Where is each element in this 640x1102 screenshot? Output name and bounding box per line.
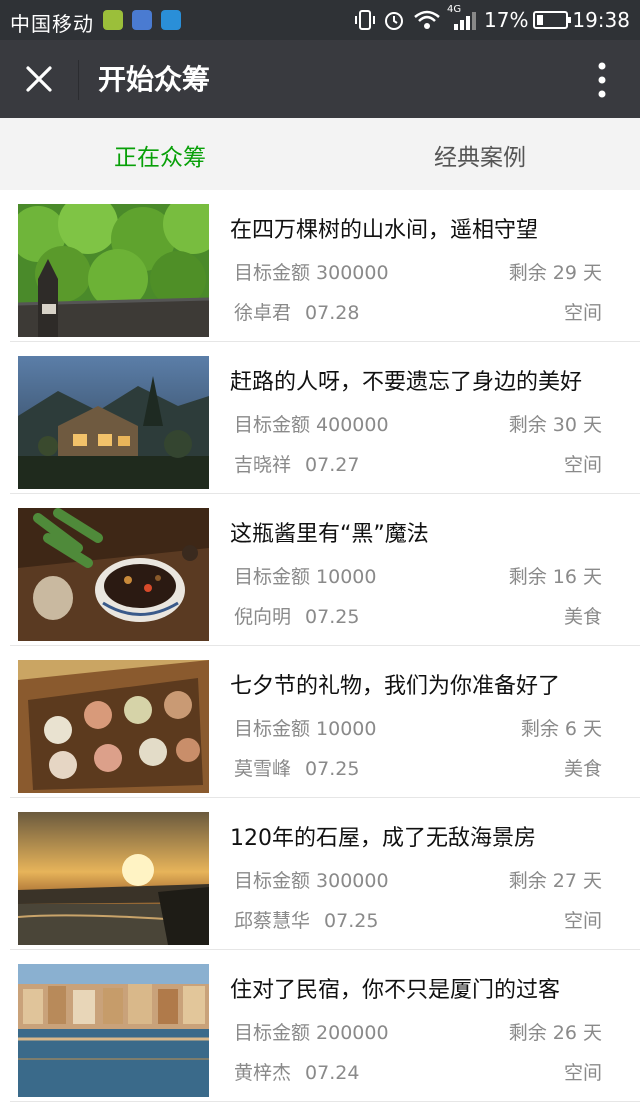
title-divider (78, 60, 79, 100)
project-item[interactable]: 120年的石屋，成了无敌海景房 目标金额 300000 剩余 27 天 邱蔡慧华… (10, 798, 640, 950)
project-item[interactable]: 在四万棵树的山水间，遥相守望 目标金额 300000 剩余 29 天 徐卓君 07… (10, 190, 640, 342)
target-amount: 目标金额 200000 (234, 1022, 389, 1044)
sauce-bowl-photo (18, 508, 209, 641)
project-list: 在四万棵树的山水间，遥相守望 目标金额 300000 剩余 29 天 徐卓君 07… (0, 190, 640, 1102)
title-bar: 开始众筹 (0, 40, 640, 118)
days-remaining: 剩余 29 天 (508, 262, 602, 284)
days-remaining: 剩余 30 天 (508, 414, 602, 436)
map-notification-icon (132, 10, 152, 30)
project-item[interactable]: 赶路的人呀，不要遗忘了身边的美好 目标金额 400000 剩余 30 天 吉晓祥… (10, 342, 640, 494)
battery-icon (533, 11, 571, 29)
project-item[interactable]: 七夕节的礼物，我们为你准备好了 目标金额 10000 剩余 6 天 莫雪峰 07.… (10, 646, 640, 798)
days-remaining: 剩余 26 天 (508, 1022, 602, 1044)
publish-date: 07.28 (305, 302, 360, 324)
project-item[interactable]: 这瓶酱里有“黑”魔法 目标金额 10000 剩余 16 天 倪向明 07.25 美… (10, 494, 640, 646)
project-item[interactable]: 住对了民宿，你不只是厦门的过客 目标金额 200000 剩余 26 天 黄梓杰 0… (10, 950, 640, 1102)
days-remaining: 剩余 16 天 (508, 566, 602, 588)
author-name: 邱蔡慧华 (234, 910, 311, 932)
category-label: 空间 (563, 302, 602, 324)
days-remaining: 剩余 27 天 (508, 870, 602, 892)
category-label: 美食 (563, 758, 602, 780)
category-label: 空间 (563, 910, 602, 932)
chocolate-box-photo (18, 660, 209, 793)
project-title: 赶路的人呀，不要遗忘了身边的美好 (230, 370, 583, 395)
project-title: 120年的石屋，成了无敌海景房 (230, 826, 536, 851)
mountain-house-photo (18, 356, 209, 489)
project-title: 住对了民宿，你不只是厦门的过客 (230, 978, 561, 1003)
project-title: 七夕节的礼物，我们为你准备好了 (230, 674, 561, 699)
status-bar: 中国移动 4G 17% 19:38 (0, 0, 640, 40)
bamboo-forest-photo (18, 204, 209, 337)
category-label: 空间 (563, 454, 602, 476)
app-notification-icon (103, 10, 123, 30)
project-author-line: 莫雪峰 07.25 (234, 754, 359, 781)
author-name: 倪向明 (234, 606, 292, 628)
project-author-line: 吉晓祥 07.27 (234, 450, 359, 477)
target-amount: 目标金额 10000 (234, 718, 377, 740)
project-author-line: 徐卓君 07.28 (234, 298, 359, 325)
project-author-line: 倪向明 07.25 (234, 602, 359, 629)
alarm-icon (385, 12, 403, 30)
target-amount: 目标金额 300000 (234, 870, 389, 892)
publish-date: 07.25 (305, 758, 360, 780)
author-name: 莫雪峰 (234, 758, 292, 780)
more-vertical-icon[interactable] (598, 62, 606, 98)
tab-bar: 正在众筹 经典案例 (0, 118, 640, 190)
signal-icon (454, 12, 476, 30)
publish-date: 07.27 (305, 454, 360, 476)
category-label: 美食 (563, 606, 602, 628)
project-title: 在四万棵树的山水间，遥相守望 (230, 218, 539, 243)
waterfront-town-photo (18, 964, 209, 1097)
tab-ongoing[interactable]: 正在众筹 (0, 138, 320, 172)
publish-date: 07.25 (324, 910, 379, 932)
close-icon[interactable] (22, 62, 56, 96)
target-amount: 目标金额 10000 (234, 566, 377, 588)
battery-percent: 17% (484, 8, 529, 32)
target-amount: 目标金额 400000 (234, 414, 389, 436)
browser-notification-icon (161, 10, 181, 30)
project-author-line: 邱蔡慧华 07.25 (234, 906, 378, 933)
wifi-icon (414, 10, 440, 29)
project-author-line: 黄梓杰 07.24 (234, 1058, 359, 1085)
category-label: 空间 (563, 1062, 602, 1084)
page-title: 开始众筹 (98, 63, 211, 96)
publish-date: 07.24 (305, 1062, 360, 1084)
author-name: 吉晓祥 (234, 454, 292, 476)
vibrate-icon (355, 10, 375, 30)
sunset-sea-photo (18, 812, 209, 945)
author-name: 徐卓君 (234, 302, 292, 324)
carrier-label: 中国移动 (10, 12, 94, 36)
clock-time: 19:38 (572, 8, 630, 32)
tab-classic-cases[interactable]: 经典案例 (320, 138, 640, 172)
target-amount: 目标金额 300000 (234, 262, 389, 284)
days-remaining: 剩余 6 天 (520, 718, 602, 740)
project-title: 这瓶酱里有“黑”魔法 (230, 522, 429, 547)
author-name: 黄梓杰 (234, 1062, 292, 1084)
publish-date: 07.25 (305, 606, 360, 628)
